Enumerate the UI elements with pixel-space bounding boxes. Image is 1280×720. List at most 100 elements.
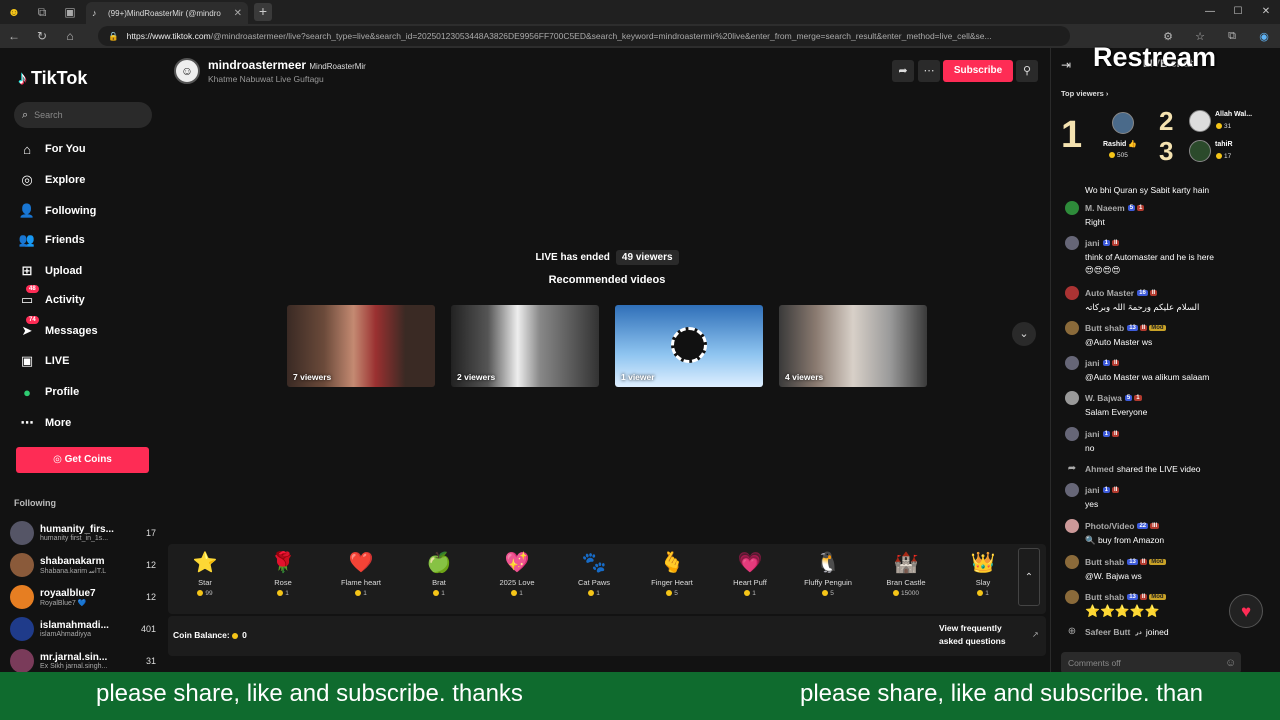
avatar[interactable] [1065,519,1079,533]
avatar[interactable] [1065,391,1079,405]
friends-icon: 👥 [18,232,36,247]
browser-tab-tiktok[interactable]: ♪ (99+)MindRoasterMir (@mindro ✕ [86,2,248,24]
home-browser-icon[interactable]: ⌂ [56,29,84,43]
nav-following[interactable]: 👤 Following [18,200,96,222]
following-item[interactable]: royaalblue7 RoyalBlue7 💙 12 [10,584,156,610]
following-item[interactable]: humanity_firs... humanity first_in_1s... … [10,520,156,546]
avatar[interactable] [1065,590,1079,604]
following-item[interactable]: mr.jarnal.sin... Ex Sikh jarnal.singh... … [10,648,156,674]
avatar[interactable] [1065,321,1079,335]
avatar[interactable] [1065,201,1079,215]
avatar[interactable] [1065,483,1079,497]
gift-heart-puff[interactable]: 💗 Heart Puff 1 [717,550,783,597]
avatar[interactable] [1065,555,1079,569]
favorites-icon[interactable]: ☆ [1184,30,1216,43]
collections-icon[interactable]: ⧉ [1216,30,1248,43]
heart-like-button[interactable]: ♥ [1229,594,1263,628]
viewer-count: 49 viewers [615,250,679,265]
tab-actions-icon[interactable]: ▣ [56,0,84,24]
profile-avatar-icon[interactable]: ☻ [0,0,28,24]
window-controls: — ☐ ✕ [1196,0,1280,24]
host-username[interactable]: mindroastermeer MindRoasterMir [208,58,366,72]
gift-fluffy-penguin[interactable]: 🐧 Fluffy Penguin 5 [795,550,861,597]
share-button[interactable]: ➦ [892,60,914,82]
nav-messages[interactable]: ➤ 74 Messages [18,316,98,342]
gift-finger-heart[interactable]: 🫰 Finger Heart 5 [639,550,705,597]
ticker-text-repeat: please share, like and subscribe. than [800,680,1203,707]
gift-star[interactable]: ⭐ Star 99 [172,550,238,597]
nav-explore[interactable]: ◎ Explore [18,169,85,191]
nav-profile[interactable]: ● Profile [18,381,79,403]
rose-gift-icon: 🌹 [270,552,296,574]
minimize-icon[interactable]: — [1196,0,1224,24]
extensions-icon[interactable]: ⚙ [1152,30,1184,43]
nav-friends[interactable]: 👥 Friends [18,229,85,251]
avatar[interactable] [1065,286,1079,300]
avatar[interactable] [1065,236,1079,250]
nav-upload[interactable]: ⊞ Upload [18,260,83,282]
star-gift-icon: ⭐ [192,552,218,574]
rank-2: 2 [1159,106,1174,136]
avatar[interactable] [1065,427,1079,441]
coin-icon [977,590,984,597]
host-avatar[interactable]: ☺ [174,58,200,84]
tab-title: (99+)MindRoasterMir (@mindro [108,8,221,18]
refresh-icon[interactable]: ↻ [28,29,56,43]
rank-1: 1 [1061,114,1083,156]
nav-more[interactable]: ⋯ More [18,412,72,434]
user-icon: ⚲ [1022,65,1032,77]
recommended-video-thumbnail[interactable]: 4 viewers [779,305,927,387]
gift-bran-castle[interactable]: 🏰 Bran Castle 15000 [873,550,939,597]
top-viewers-link[interactable]: Top viewers › [1061,89,1108,98]
gift-cat-paws[interactable]: 🐾 Cat Paws 1 [561,550,627,597]
search-input[interactable]: ⌕ Search [14,102,152,128]
nav-activity[interactable]: ▭ 48 Activity [18,285,85,311]
next-video-button[interactable]: ⌄ [1012,322,1036,346]
workspaces-icon[interactable]: ⧉ [28,0,56,24]
close-tab-icon[interactable]: ✕ [234,8,242,19]
close-window-icon[interactable]: ✕ [1252,0,1280,24]
nav-live[interactable]: ▣ LIVE [18,350,70,372]
following-item[interactable]: shabanakarm Shabana.karim ﺍﺳT.L 12 [10,552,156,578]
url-field[interactable]: 🔒 https://www.tiktok.com /@mindroasterme… [98,26,1070,46]
faq-link[interactable]: View frequently asked questions [939,622,1019,648]
more-options-button[interactable]: ⋯ [918,60,940,82]
profile-action-button[interactable]: ⚲ [1016,60,1038,82]
subscribe-button[interactable]: Subscribe [943,60,1013,82]
top-viewer-avatar[interactable] [1189,110,1211,132]
maximize-icon[interactable]: ☐ [1224,0,1252,24]
new-tab-button[interactable]: + [254,3,272,21]
following-item[interactable]: islamahmadi... islamAhmadiyya 401 [10,616,156,642]
gift-2025-love[interactable]: 💖 2025 Love 1 [484,550,550,597]
coin-icon [892,590,899,597]
lock-icon: 🔒 [108,30,119,41]
gift-brat[interactable]: 🍏 Brat 1 [406,550,472,597]
get-coins-button[interactable]: ◎ Get Coins [16,447,149,473]
copilot-icon[interactable]: ◉ [1248,30,1280,43]
emoji-icon[interactable]: ☺ [1225,657,1236,669]
comment-input[interactable]: Comments off [1061,652,1241,674]
collapse-chat-icon[interactable]: ⇥ [1061,58,1071,72]
nav-for-you[interactable]: ⌂ For You [18,138,85,160]
profile-icon: ● [23,384,31,400]
back-icon[interactable]: ← [0,29,28,43]
heart-puff-gift-icon: 💗 [737,552,763,574]
coin-balance: Coin Balance: 0 [173,630,247,640]
top-viewer-avatar[interactable] [1112,112,1134,134]
avatar[interactable] [1065,356,1079,370]
top-viewer-avatar[interactable] [1189,140,1211,162]
expand-gifts-button[interactable]: ⌃ [1018,548,1040,606]
chevron-right-icon: › [1105,89,1109,98]
tiktok-logo[interactable]: ♪ TikTok [18,68,87,89]
recommended-video-thumbnail[interactable]: 1 viewer [615,305,763,387]
rank-3: 3 [1159,136,1174,166]
recommended-video-thumbnail[interactable]: 7 viewers [287,305,435,387]
external-link-icon[interactable]: ↗ [1032,630,1039,639]
recommended-video-thumbnail[interactable]: 2 viewers [451,305,599,387]
messages-icon: ➤ 74 [18,316,39,339]
compass-icon: ◎ [21,172,33,187]
gift-slay[interactable]: 👑 Slay 1 [950,550,1016,597]
gift-rose[interactable]: 🌹 Rose 1 [250,550,316,597]
flame-heart-gift-icon: ❤️ [348,552,374,574]
gift-flame-heart[interactable]: ❤️ Flame heart 1 [328,550,394,597]
